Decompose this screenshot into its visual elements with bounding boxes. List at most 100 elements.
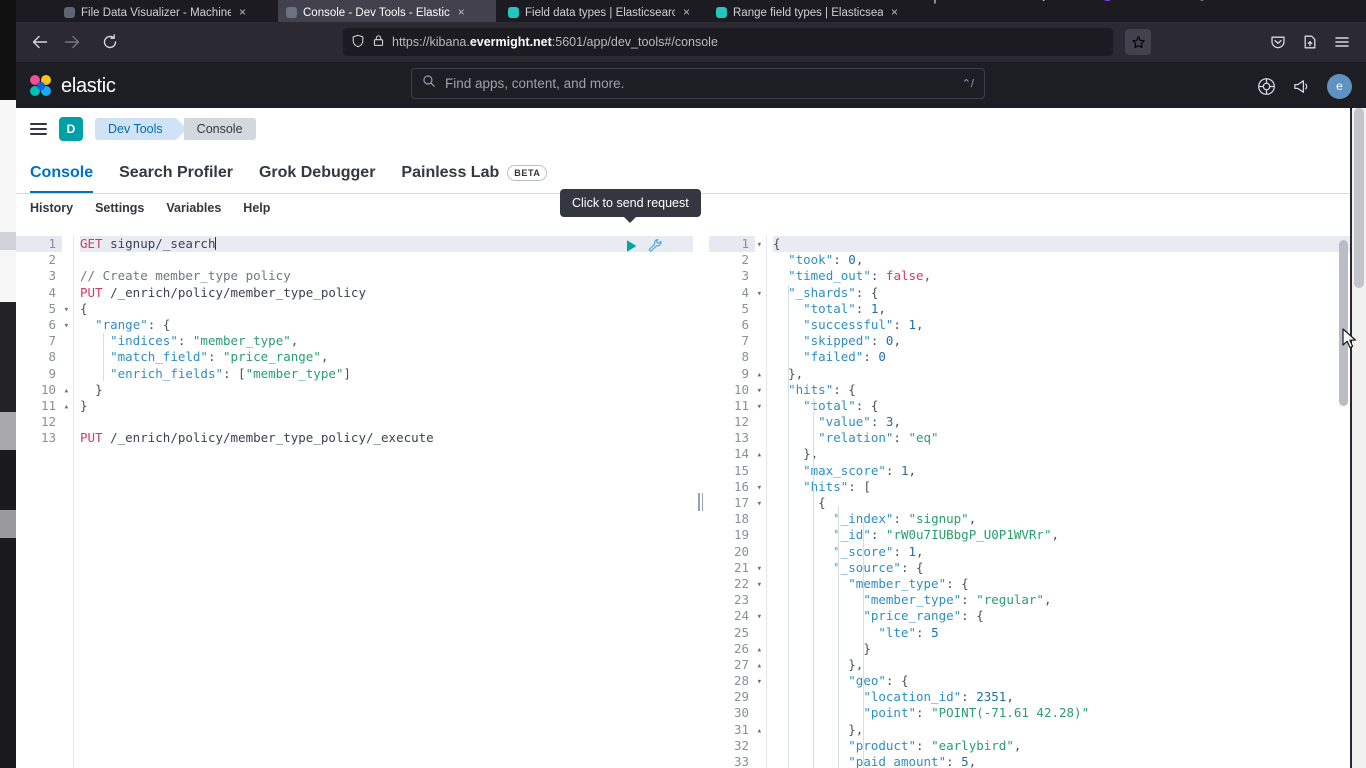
code-line[interactable]: "max_score": 1, <box>773 463 1350 479</box>
code-line[interactable]: "total": { <box>773 398 1350 414</box>
code-line[interactable]: "skipped": 0, <box>773 333 1350 349</box>
code-line[interactable]: }, <box>773 446 1350 462</box>
code-line[interactable]: "product": "earlybird", <box>773 738 1350 754</box>
response-viewer-pane[interactable]: 1 ▾ 2 3 4 ▾ 5 6 7 8 9 ▴ 10 ▾ 11 ▾ 12 13 14 ▴ 15 16 ▾ 17 ▾ 18 19 20 2… <box>709 236 1350 768</box>
code-line[interactable]: } <box>80 398 693 414</box>
code-line[interactable]: "member_type": { <box>773 576 1350 592</box>
browser-tab[interactable]: File Data Visualizer - Machine L... × <box>56 0 274 22</box>
code-line[interactable]: "successful": 1, <box>773 317 1350 333</box>
code-line[interactable]: "indices": "member_type", <box>80 333 693 349</box>
code-line[interactable]: "_shards": { <box>773 285 1350 301</box>
code-line[interactable]: GET signup/_search <box>80 236 693 253</box>
forward-arrow-icon[interactable] <box>58 28 86 56</box>
code-line[interactable]: "hits": [ <box>773 479 1350 495</box>
window-close-button[interactable]: ✕ <box>1333 0 1342 1</box>
code-token-punc: , <box>1051 527 1060 543</box>
code-line[interactable]: { <box>773 236 1350 253</box>
code-line[interactable]: PUT /_enrich/policy/member_type_policy <box>80 285 693 301</box>
code-line[interactable]: // Create member_type policy <box>80 268 693 284</box>
shield-icon[interactable] <box>351 34 365 51</box>
save-to-pocket-icon[interactable] <box>1296 28 1324 56</box>
code-line[interactable]: "point": "POINT(-71.61 42.28)" <box>773 705 1350 721</box>
code-line[interactable]: "_id": "rW0u7IUBbgP_U0P1WVRr", <box>773 527 1350 543</box>
space-avatar[interactable]: D <box>59 117 83 141</box>
play-triangle-icon[interactable] <box>625 239 638 256</box>
close-icon[interactable]: × <box>891 5 898 19</box>
news-feed-icon[interactable] <box>1292 77 1311 96</box>
code-line[interactable]: "timed_out": false, <box>773 268 1350 284</box>
code-line[interactable]: } <box>773 641 1350 657</box>
code-line[interactable]: "geo": { <box>773 673 1350 689</box>
window-maximize-button[interactable]: ❐ <box>1288 0 1298 1</box>
bookmark-star-icon[interactable] <box>1125 29 1151 55</box>
code-line[interactable]: "failed": 0 <box>773 349 1350 365</box>
code-line[interactable]: "relation": "eq" <box>773 430 1350 446</box>
code-line[interactable]: "_index": "signup", <box>773 511 1350 527</box>
hamburger-menu-icon[interactable] <box>1328 28 1356 56</box>
code-line[interactable]: "value": 3, <box>773 414 1350 430</box>
request-editor-pane[interactable]: 1 2 3 4 5 ▾ 6 ▾ 7 8 9 10 ▴ 11 ▴ 12 13 GET signup/_search… <box>16 236 693 768</box>
code-line[interactable]: "price_range": { <box>773 608 1350 624</box>
breadcrumb-item-dev-tools[interactable]: Dev Tools <box>95 118 187 140</box>
subnav-item-variables[interactable]: Variables <box>166 201 221 215</box>
response-scrollbar[interactable] <box>1339 240 1348 768</box>
code-line[interactable]: "lte": 5 <box>773 625 1350 641</box>
code-line[interactable] <box>80 414 693 430</box>
address-bar[interactable]: https://kibana.evermight.net:5601/app/de… <box>343 28 1113 56</box>
code-line[interactable]: "total": 1, <box>773 301 1350 317</box>
browser-tab-active[interactable]: Console - Dev Tools - Elastic × <box>278 0 496 22</box>
tab-console[interactable]: Console <box>30 164 94 193</box>
code-line[interactable]: }, <box>773 722 1350 738</box>
code-line[interactable]: "_score": 1, <box>773 544 1350 560</box>
global-search-input[interactable]: Find apps, content, and more. <box>445 76 953 91</box>
nav-menu-icon[interactable] <box>30 123 47 135</box>
subnav-item-help[interactable]: Help <box>243 201 270 215</box>
code-line[interactable]: "paid_amount": 5, <box>773 754 1350 768</box>
code-line[interactable]: "enrich_fields": ["member_type"] <box>80 366 693 382</box>
tab-grok-debugger[interactable]: Grok Debugger <box>259 164 375 193</box>
code-line[interactable]: } <box>80 382 693 398</box>
request-code[interactable]: GET signup/_search // Create member_type… <box>16 236 693 446</box>
code-line[interactable]: PUT /_enrich/policy/member_type_policy/_… <box>80 430 693 446</box>
tab-list-chevron-icon[interactable]: ⌄ <box>1039 0 1048 4</box>
code-line[interactable]: "member_type": "regular", <box>773 592 1350 608</box>
page-scrollbar[interactable] <box>1352 108 1366 768</box>
subnav-item-settings[interactable]: Settings <box>95 201 144 215</box>
subnav-item-history[interactable]: History <box>30 201 73 215</box>
code-line[interactable]: { <box>80 301 693 317</box>
code-token-str: "earlybird" <box>931 737 1014 753</box>
elastic-icon <box>508 7 519 18</box>
close-icon[interactable]: × <box>458 5 465 19</box>
browser-tab[interactable]: Field data types | Elasticsearch ... × <box>500 0 704 22</box>
user-avatar[interactable]: e <box>1327 73 1352 99</box>
elastic-brand[interactable]: elastic <box>30 75 116 98</box>
code-line[interactable]: "match_field": "price_range", <box>80 349 693 365</box>
code-token-punc: : <box>870 414 886 430</box>
code-line[interactable]: "took": 0, <box>773 252 1350 268</box>
code-line[interactable]: "location_id": 2351, <box>773 689 1350 705</box>
back-arrow-icon[interactable] <box>26 28 54 56</box>
code-line[interactable]: "_source": { <box>773 560 1350 576</box>
code-line[interactable]: }, <box>773 657 1350 673</box>
padlock-icon[interactable] <box>372 34 385 50</box>
tab-search-profiler[interactable]: Search Profiler <box>119 164 233 193</box>
code-line[interactable]: { <box>773 495 1350 511</box>
tab-painless-lab[interactable]: Painless Lab BETA <box>401 164 548 193</box>
breadcrumb-item-console[interactable]: Console <box>183 118 256 140</box>
new-tab-button[interactable]: + <box>930 0 940 10</box>
code-line[interactable]: "hits": { <box>773 382 1350 398</box>
pane-splitter[interactable] <box>693 236 709 768</box>
wrench-icon[interactable] <box>648 238 663 256</box>
pocket-icon[interactable] <box>1264 28 1292 56</box>
code-line[interactable]: }, <box>773 366 1350 382</box>
browser-tab[interactable]: Range field types | Elasticsearch ... × <box>708 0 920 22</box>
code-line[interactable]: "range": { <box>80 317 693 333</box>
code-line[interactable] <box>80 252 693 268</box>
help-icon[interactable] <box>1257 77 1276 96</box>
indent-guide <box>863 522 864 768</box>
global-search-bar[interactable]: Find apps, content, and more. ⌃/ <box>411 68 985 99</box>
close-icon[interactable]: × <box>683 5 690 19</box>
code-token-punc: : { <box>900 559 924 575</box>
close-icon[interactable]: × <box>239 5 246 19</box>
reload-icon[interactable] <box>96 28 124 56</box>
